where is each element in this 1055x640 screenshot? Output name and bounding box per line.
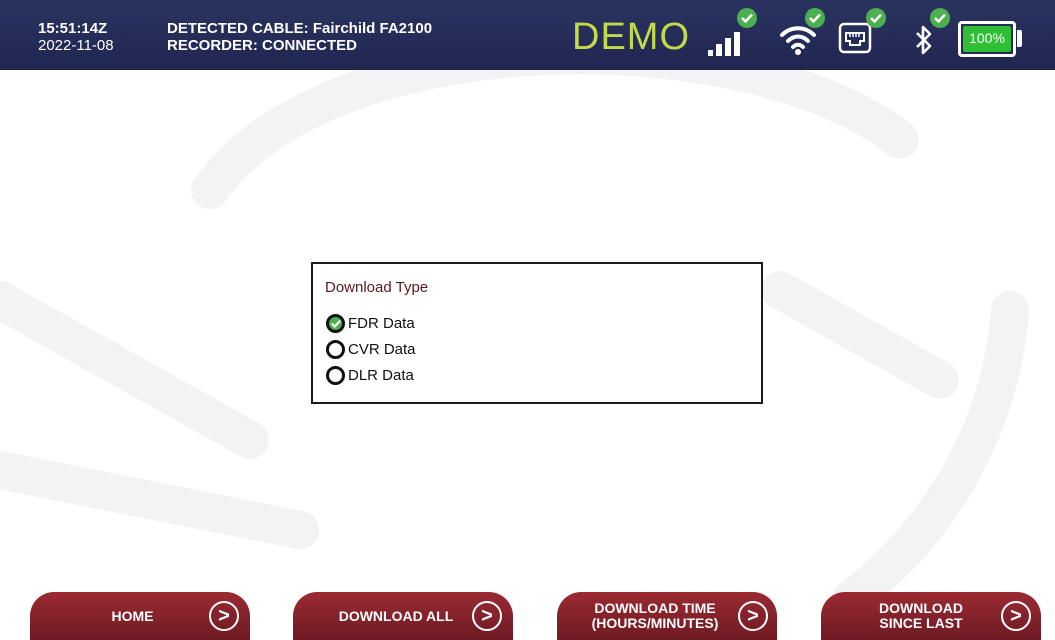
download-type-title: Download Type [325, 279, 429, 296]
arrow-right-icon: > [1001, 601, 1031, 631]
cellular-check-icon [737, 8, 757, 28]
battery-indicator: 100% [958, 21, 1016, 57]
status-header: 15:51:14Z 2022-11-08 DETECTED CABLE: Fai… [0, 0, 1055, 70]
check-icon [330, 319, 341, 328]
home-button[interactable]: HOME > [30, 592, 250, 640]
ethernet-icon [838, 22, 872, 54]
bluetooth-check-icon [930, 8, 950, 28]
bluetooth-icon [916, 25, 932, 55]
option-cvr-data[interactable]: CVR Data [326, 338, 416, 360]
download-all-label: DOWNLOAD ALL [338, 607, 454, 624]
clock-time: 15:51:14Z [38, 20, 108, 37]
recorder-status: RECORDER: CONNECTED [167, 37, 358, 54]
dlr-radio[interactable] [326, 365, 345, 385]
cvr-label: CVR Data [348, 340, 416, 358]
download-type-panel: Download Type FDR Data CVR Data DLR Data [311, 262, 763, 404]
cellular-signal-icon [708, 32, 740, 56]
demo-mode-label: DEMO [572, 16, 690, 58]
fdr-label: FDR Data [348, 314, 415, 332]
download-since-last-button[interactable]: DOWNLOAD SINCE LAST > [821, 592, 1041, 640]
wifi-check-icon [805, 8, 825, 28]
download-since-last-label: DOWNLOAD SINCE LAST [826, 592, 1016, 640]
dlr-label: DLR Data [348, 366, 414, 384]
cvr-radio[interactable] [326, 339, 345, 359]
option-fdr-data[interactable]: FDR Data [326, 312, 415, 334]
clock-date: 2022-11-08 [38, 37, 114, 54]
download-since-line1: DOWNLOAD [879, 600, 963, 616]
battery-label: 100% [969, 30, 1005, 46]
arrow-right-icon: > [472, 601, 502, 631]
detected-cable-status: DETECTED CABLE: Fairchild FA2100 [167, 20, 433, 37]
wifi-icon [780, 26, 816, 55]
download-time-line1: DOWNLOAD TIME [594, 600, 716, 616]
download-since-line2: SINCE LAST [879, 615, 963, 631]
option-dlr-data[interactable]: DLR Data [326, 364, 414, 386]
download-time-line2: (HOURS/MINUTES) [591, 615, 719, 631]
arrow-right-icon: > [209, 601, 239, 631]
home-label: HOME [111, 607, 154, 624]
download-all-button[interactable]: DOWNLOAD ALL > [293, 592, 513, 640]
battery-tip [1017, 30, 1022, 47]
ethernet-check-icon [866, 8, 886, 28]
arrow-right-icon: > [738, 601, 768, 631]
fdr-radio[interactable] [326, 313, 345, 333]
download-time-button[interactable]: DOWNLOAD TIME (HOURS/MINUTES) > [557, 592, 777, 640]
download-time-label: DOWNLOAD TIME (HOURS/MINUTES) [565, 592, 745, 640]
